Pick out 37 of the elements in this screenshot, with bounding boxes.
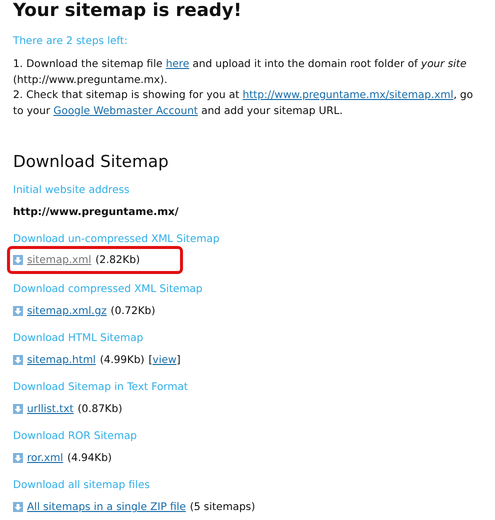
page-title: Your sitemap is ready! <box>13 0 243 22</box>
bracket: ] <box>176 354 181 366</box>
file-size: (4.94Kb) <box>67 451 112 466</box>
website-address: http://www.preguntame.mx/ <box>13 205 180 220</box>
step-text: 2. Check that sitemap is showing for you at http://www.preguntame.mx/sitemap.xml, go to your Google Webmaster Account and add your sitemap URL. <box>13 88 474 118</box>
download-icon <box>13 453 23 463</box>
download-icon <box>13 355 23 365</box>
download-label: Download ROR Sitemap <box>13 429 138 444</box>
download-icon <box>13 306 23 316</box>
file-link[interactable]: urllist.txt <box>27 401 74 417</box>
text-link[interactable]: http://www.preguntame.mx/sitemap.xml <box>242 89 454 101</box>
file-link[interactable]: All sitemaps in a single ZIP file <box>27 499 186 515</box>
download-icon <box>13 404 23 414</box>
bracket: [ <box>148 354 153 366</box>
file-link[interactable]: ror.xml <box>27 450 64 466</box>
file-size: (2.82Kb) <box>95 253 140 268</box>
steps-heading: There are 2 steps left: <box>13 34 129 49</box>
download-label: Download HTML Sitemap <box>13 331 144 346</box>
download-label: Download compressed XML Sitemap <box>13 282 204 297</box>
download-icon <box>13 255 23 265</box>
file-link[interactable]: sitemap.html <box>27 352 96 368</box>
text-link[interactable]: here <box>166 58 190 70</box>
download-label: Download all sitemap files <box>13 478 151 493</box>
step-text: 1. Download the sitemap file here and upload it into the domain root folder of your site (http://www.preguntame.mx). <box>13 57 468 88</box>
file-link[interactable]: sitemap.xml.gz <box>27 303 107 319</box>
download-label: Download Sitemap in Text Format <box>13 380 189 395</box>
view-link[interactable]: view <box>152 354 176 366</box>
file-size: (0.72Kb) <box>110 304 156 319</box>
file-size: (0.87Kb) <box>78 402 122 417</box>
download-label: Initial website address <box>13 183 130 198</box>
file-size: (4.99Kb) <box>100 353 144 368</box>
download-label: Download un-compressed XML Sitemap <box>13 232 220 247</box>
text-link[interactable]: Google Webmaster Account <box>53 104 198 116</box>
download-icon <box>13 502 23 512</box>
section-title: Download Sitemap <box>13 151 170 173</box>
file-size: (5 sitemaps) <box>190 500 256 515</box>
file-link[interactable]: sitemap.xml <box>27 252 92 268</box>
